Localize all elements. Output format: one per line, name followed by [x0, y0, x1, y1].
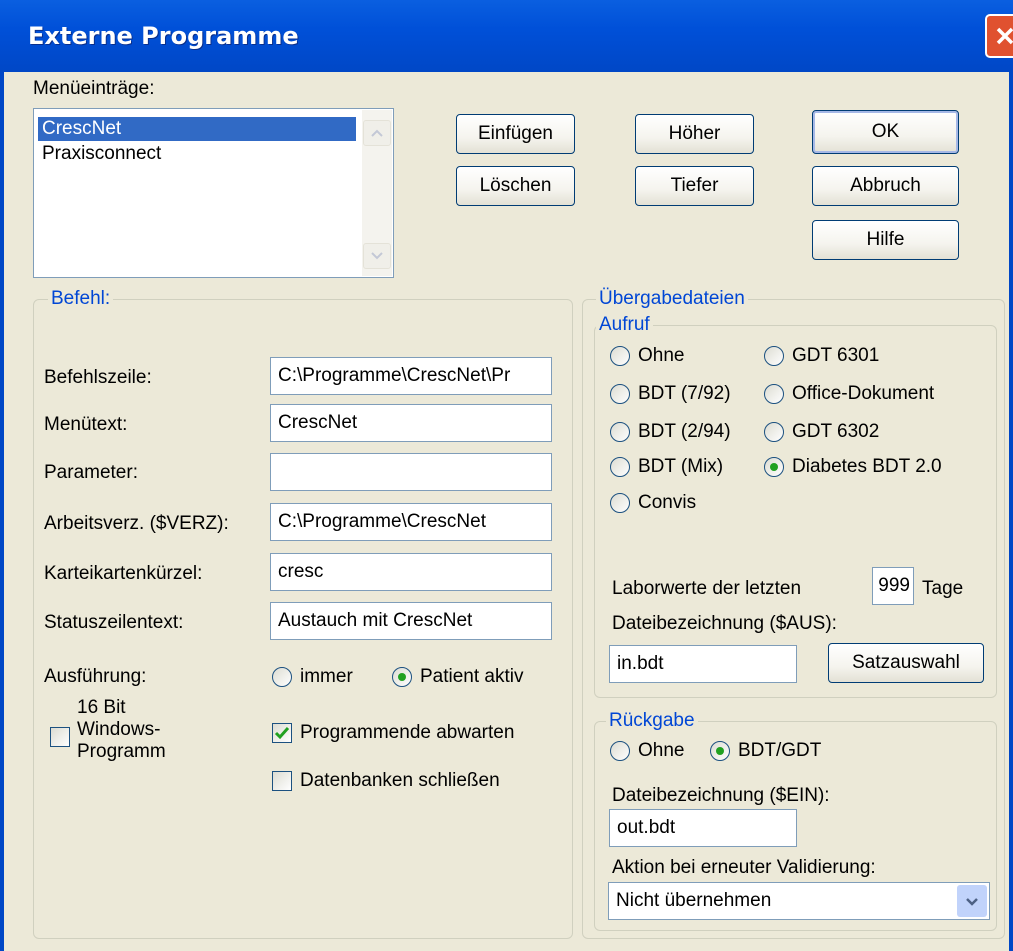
call-bdt-792-radio[interactable]: [610, 384, 630, 404]
in-file-field[interactable]: out.bdt: [609, 809, 797, 847]
call-diabetes-bdt-label[interactable]: Diabetes BDT 2.0: [792, 456, 942, 478]
return-bdt-gdt-label[interactable]: BDT/GDT: [738, 740, 821, 762]
call-convis-label[interactable]: Convis: [638, 492, 696, 514]
card-short-field[interactable]: cresc: [270, 553, 552, 591]
move-down-button[interactable]: Tiefer: [635, 166, 754, 206]
window-frame-left: [0, 72, 4, 951]
return-ohne-label[interactable]: Ohne: [638, 740, 684, 762]
work-dir-label: Arbeitsverz. ($VERZ):: [44, 513, 229, 534]
out-file-field[interactable]: in.bdt: [609, 645, 797, 683]
ok-button[interactable]: OK: [812, 110, 959, 154]
lab-days-unit: Tage: [922, 578, 964, 599]
lab-values-label: Laborwerte der letzten: [612, 578, 802, 599]
command-line-field[interactable]: C:\Programme\CrescNet\Pr: [270, 357, 552, 395]
cancel-button[interactable]: Abbruch: [812, 166, 959, 206]
work-dir-field[interactable]: C:\Programme\CrescNet: [270, 503, 552, 541]
scroll-down-button[interactable]: [363, 243, 391, 269]
call-gdt-6302-radio[interactable]: [764, 422, 784, 442]
delete-button[interactable]: Löschen: [456, 166, 575, 206]
return-ohne-radio[interactable]: [610, 741, 630, 761]
call-group-legend: Aufruf: [596, 314, 653, 336]
dropdown-button[interactable]: [957, 885, 987, 917]
insert-button[interactable]: Einfügen: [456, 114, 575, 154]
list-item[interactable]: CrescNet: [38, 117, 356, 141]
wait-end-label[interactable]: Programmende abwarten: [300, 722, 514, 744]
checkmark-icon: [274, 727, 290, 740]
action-label: Aktion bei erneuter Validierung:: [612, 857, 876, 878]
close-icon: [996, 27, 1013, 45]
help-button[interactable]: Hilfe: [812, 220, 959, 260]
action-select-value: Nicht übernehmen: [616, 890, 772, 911]
list-scrollbar[interactable]: [362, 110, 392, 276]
menu-entries-list[interactable]: CrescNet Praxisconnect: [33, 108, 394, 278]
bit16-label[interactable]: 16 Bit Windows- Programm: [77, 697, 166, 763]
close-button[interactable]: [985, 14, 1013, 58]
menu-entries-label: Menüeinträge:: [33, 78, 155, 99]
call-office-doc-label[interactable]: Office-Dokument: [792, 383, 934, 405]
call-gdt-6301-radio[interactable]: [764, 346, 784, 366]
execution-always-radio[interactable]: [272, 667, 292, 687]
execution-label: Ausführung:: [44, 666, 147, 687]
command-line-label: Befehlszeile:: [44, 367, 152, 388]
action-select[interactable]: Nicht übernehmen: [608, 882, 990, 920]
transfer-group-legend: Übergabedateien: [596, 288, 748, 310]
move-up-button[interactable]: Höher: [635, 114, 754, 154]
execution-always-label[interactable]: immer: [300, 666, 353, 688]
lab-days-field[interactable]: 999: [872, 567, 914, 605]
execution-patient-label[interactable]: Patient aktiv: [420, 666, 524, 688]
call-bdt-mix-label[interactable]: BDT (Mix): [638, 456, 723, 478]
return-group-legend: Rückgabe: [606, 710, 698, 732]
window-frame-right: [1009, 72, 1013, 951]
menu-text-label: Menütext:: [44, 414, 128, 435]
call-ohne-label[interactable]: Ohne: [638, 345, 684, 367]
scroll-up-button[interactable]: [363, 120, 391, 146]
bit16-checkbox[interactable]: [50, 727, 70, 747]
list-item[interactable]: Praxisconnect: [38, 142, 356, 166]
call-convis-radio[interactable]: [610, 493, 630, 513]
parameter-label: Parameter:: [44, 462, 138, 483]
call-bdt-294-radio[interactable]: [610, 422, 630, 442]
execution-patient-radio[interactable]: [392, 667, 412, 687]
call-gdt-6302-label[interactable]: GDT 6302: [792, 421, 879, 443]
command-group-legend: Befehl:: [48, 288, 114, 310]
in-file-label: Dateibezeichnung ($EIN):: [612, 785, 830, 806]
window-title: Externe Programme: [28, 22, 299, 50]
menu-text-field[interactable]: CrescNet: [270, 404, 552, 442]
wait-end-checkbox[interactable]: [272, 723, 292, 743]
select-records-button[interactable]: Satzauswahl: [828, 643, 984, 683]
chevron-up-icon: [371, 129, 383, 137]
return-bdt-gdt-radio[interactable]: [710, 741, 730, 761]
status-text-label: Statuszeilentext:: [44, 612, 184, 633]
close-db-label[interactable]: Datenbanken schließen: [300, 770, 500, 792]
call-diabetes-bdt-radio[interactable]: [764, 457, 784, 477]
chevron-down-icon: [371, 252, 383, 260]
call-bdt-mix-radio[interactable]: [610, 457, 630, 477]
call-office-doc-radio[interactable]: [764, 384, 784, 404]
status-text-field[interactable]: Austauch mit CrescNet: [270, 602, 552, 640]
call-bdt-792-label[interactable]: BDT (7/92): [638, 383, 731, 405]
chevron-down-icon: [966, 897, 978, 906]
parameter-field[interactable]: [270, 453, 552, 491]
close-db-checkbox[interactable]: [272, 771, 292, 791]
call-ohne-radio[interactable]: [610, 346, 630, 366]
out-file-label: Dateibezeichnung ($AUS):: [612, 613, 837, 634]
call-gdt-6301-label[interactable]: GDT 6301: [792, 345, 879, 367]
card-short-label: Karteikartenkürzel:: [44, 563, 203, 584]
call-bdt-294-label[interactable]: BDT (2/94): [638, 421, 731, 443]
